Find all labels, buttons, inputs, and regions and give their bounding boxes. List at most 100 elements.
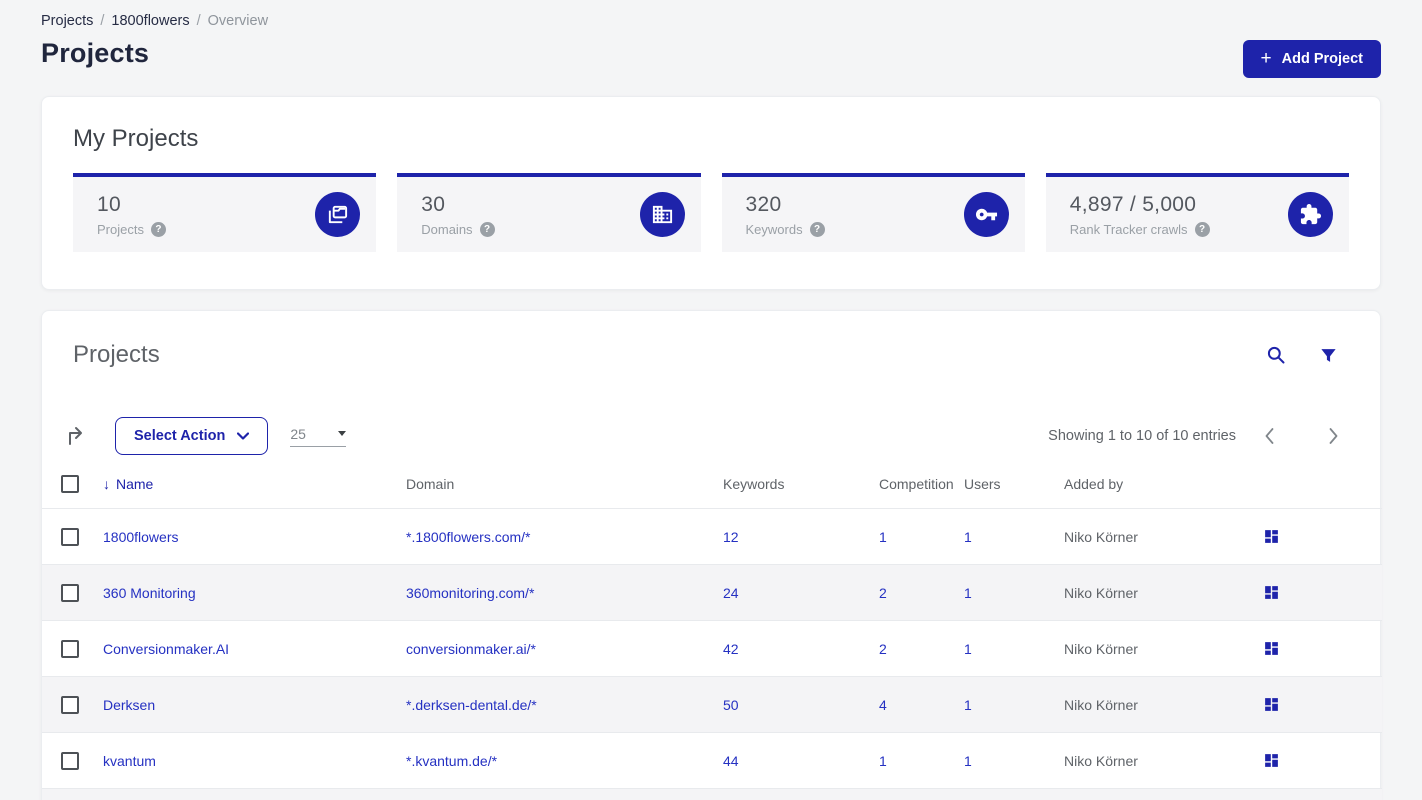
row-checkbox[interactable] [61,639,79,658]
help-icon[interactable]: ? [479,221,495,237]
keywords-count-link[interactable]: 12 [723,529,739,545]
competition-count-link[interactable]: 4 [879,697,887,713]
project-name-link[interactable]: kvantum [103,753,156,769]
keywords-count-link[interactable]: 24 [723,585,739,601]
table-row: Conversionmaker.AI conversionmaker.ai/* … [42,621,1382,677]
search-icon[interactable] [1266,345,1286,365]
row-checkbox[interactable] [61,527,79,546]
project-name-link[interactable]: 360 Monitoring [103,585,196,601]
table-row: kvantum *.kvantum.de/* 44 1 1 Niko Körne… [42,733,1382,789]
dashboard-icon[interactable] [1263,752,1280,769]
column-header-keywords[interactable]: Keywords [723,471,879,509]
select-all-checkbox[interactable] [61,475,79,493]
table-row: 1800flowers *.1800flowers.com/* 12 1 1 N… [42,509,1382,565]
column-header-domain[interactable]: Domain [406,471,723,509]
stat-value-rank-tracker: 4,897 / 5,000 [1069,192,1197,216]
chevron-down-icon [237,432,250,440]
breadcrumb: Projects / 1800flowers / Overview [41,0,1381,29]
stat-value-keywords: 320 [745,192,782,216]
table-header-row: ↓ Name Domain Keywords Competition Users … [42,471,1382,509]
chevron-right-icon[interactable] [1318,422,1349,450]
breadcrumb-1800flowers[interactable]: 1800flowers [111,13,189,29]
sort-desc-icon: ↓ [103,476,110,492]
row-checkbox[interactable] [61,583,79,602]
chevron-left-icon[interactable] [1254,422,1285,450]
projects-table: ↓ Name Domain Keywords Competition Users … [42,471,1382,800]
projects-table-card: Projects Select Action 25 Showing 1 to 1… [41,310,1382,800]
column-header-competition[interactable]: Competition [879,471,964,509]
project-name-link[interactable]: Conversionmaker.AI [103,641,229,657]
plus-icon: + [1260,47,1272,69]
page-size-select[interactable]: 25 [290,425,347,447]
project-domain-link[interactable]: conversionmaker.ai/* [406,641,536,657]
breadcrumb-separator: / [196,13,201,29]
table-row: Derksen *.derksen-dental.de/* 50 4 1 Nik… [42,676,1382,733]
keywords-count-link[interactable]: 44 [723,753,739,769]
stat-label-keywords: Keywords [745,221,803,237]
breadcrumb-projects[interactable]: Projects [41,13,93,29]
dashboard-icon[interactable] [1263,584,1280,601]
page-title: Projects [41,38,150,68]
projects-table-title: Projects [73,341,160,368]
help-icon[interactable]: ? [809,221,825,237]
project-name-link[interactable]: Derksen [103,697,155,713]
row-checkbox[interactable] [61,751,79,770]
stat-value-projects: 10 [97,192,121,216]
row-checkbox[interactable] [61,695,79,714]
domain-building-icon [639,192,685,237]
stat-label-projects: Projects [97,221,144,237]
puzzle-icon [1288,192,1333,237]
showing-entries-text: Showing 1 to 10 of 10 entries [1048,428,1236,444]
stat-card-rank-tracker: 4,897 / 5,000 Rank Tracker crawls ? [1045,173,1349,252]
add-project-label: Add Project [1281,51,1363,67]
competition-count-link[interactable]: 2 [879,641,887,657]
dashboard-icon[interactable] [1263,528,1280,545]
column-header-added-by[interactable]: Added by [1064,471,1263,509]
project-domain-link[interactable]: *.derksen-dental.de/* [406,697,537,713]
column-header-users[interactable]: Users [964,471,1064,509]
users-count-link[interactable]: 1 [964,697,972,713]
add-project-button[interactable]: + Add Project [1242,40,1381,78]
project-name-link[interactable]: 1800flowers [103,529,179,545]
export-arrow-icon[interactable] [65,424,89,448]
added-by-text: Niko Körner [1064,696,1138,713]
competition-count-link[interactable]: 2 [879,585,887,601]
column-header-name[interactable]: ↓ Name [103,471,406,509]
stat-card-projects: 10 Projects ? [73,173,377,252]
users-count-link[interactable]: 1 [964,753,972,769]
project-domain-link[interactable]: *.1800flowers.com/* [406,529,531,545]
breadcrumb-separator: / [100,13,105,29]
added-by-text: Niko Körner [1064,584,1138,601]
project-domain-link[interactable]: 360monitoring.com/* [406,585,534,601]
dashboard-icon[interactable] [1263,696,1280,713]
table-toolbar: Select Action 25 Showing 1 to 10 of 10 e… [42,417,1380,455]
page-size-value: 25 [290,425,306,442]
users-count-link[interactable]: 1 [964,641,972,657]
stats-row: 10 Projects ? 30 Domains ? 320 Keywords … [73,173,1349,252]
select-action-dropdown[interactable]: Select Action [115,417,269,455]
projects-copy-icon [315,192,361,237]
added-by-text: Niko Körner [1064,528,1138,545]
keywords-count-link[interactable]: 42 [723,641,739,657]
table-row-partial [42,788,1382,800]
competition-count-link[interactable]: 1 [879,529,887,545]
added-by-text: Niko Körner [1064,640,1138,657]
breadcrumb-overview: Overview [207,13,269,29]
added-by-text: Niko Körner [1064,752,1138,769]
dashboard-icon[interactable] [1263,640,1280,657]
my-projects-card: My Projects 10 Projects ? 30 Domains ? 3… [41,96,1381,290]
key-icon [963,192,1009,237]
help-icon[interactable]: ? [1194,221,1210,237]
select-triangle-icon [338,431,347,436]
competition-count-link[interactable]: 1 [879,753,887,769]
help-icon[interactable]: ? [150,221,166,237]
select-action-label: Select Action [134,428,226,444]
filter-icon[interactable] [1319,346,1338,365]
stat-label-domains: Domains [421,221,473,237]
stat-label-rank-tracker: Rank Tracker crawls [1069,221,1188,237]
keywords-count-link[interactable]: 50 [723,697,739,713]
my-projects-title: My Projects [73,125,199,152]
users-count-link[interactable]: 1 [964,529,972,545]
project-domain-link[interactable]: *.kvantum.de/* [406,753,497,769]
users-count-link[interactable]: 1 [964,585,972,601]
